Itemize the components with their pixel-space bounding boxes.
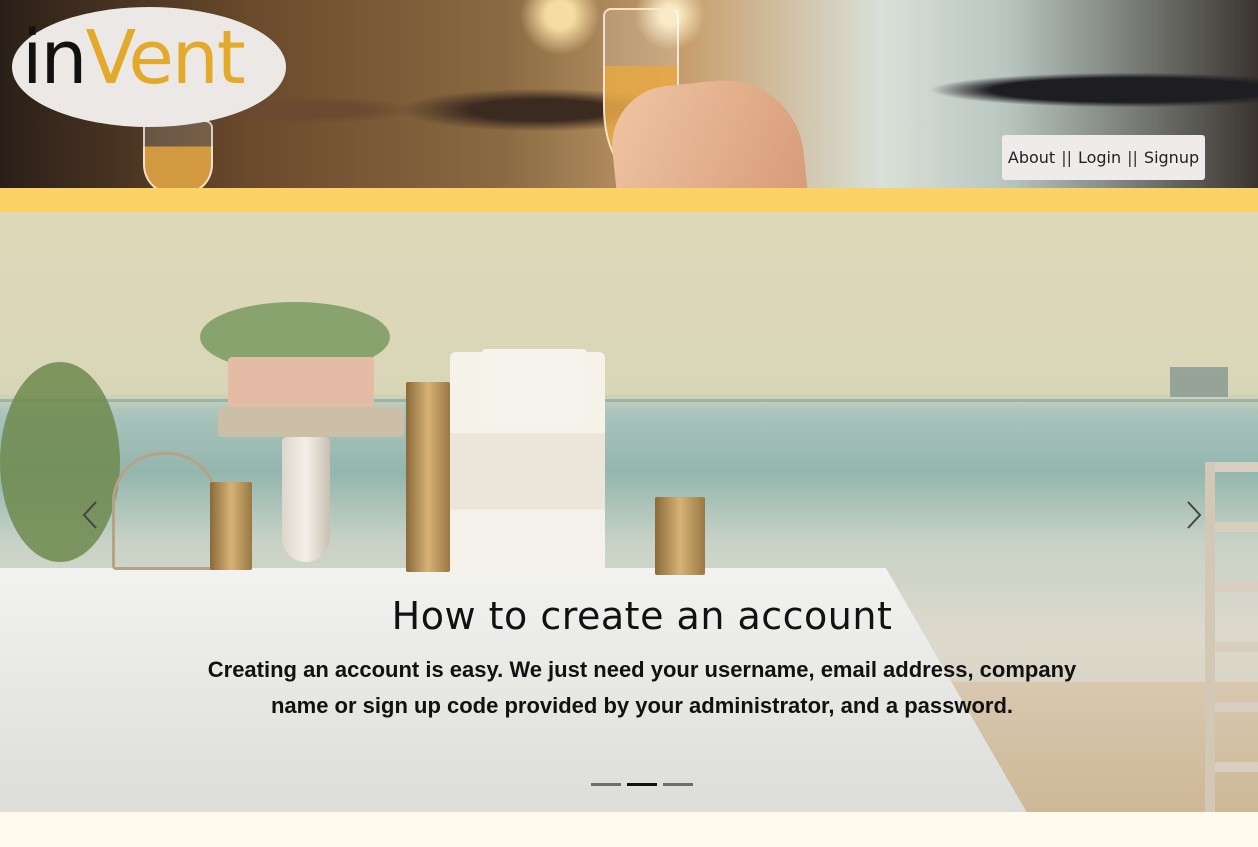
horizon [0, 399, 1258, 402]
carousel-indicator-2[interactable] [627, 783, 657, 786]
wine-glass-image [143, 120, 213, 188]
accent-band [0, 188, 1258, 212]
chevron-right-icon [1187, 501, 1202, 529]
cake-stand-image [218, 407, 404, 437]
logo-text-vent: Vent [85, 15, 245, 101]
carousel-indicators [591, 783, 693, 786]
carousel-prev-button[interactable] [70, 495, 110, 535]
cake-stand-leg [282, 437, 330, 562]
nav-separator: || [1127, 148, 1138, 167]
carousel-caption: How to create an account Creating an acc… [200, 594, 1084, 724]
caption-text: Creating an account is easy. We just nee… [207, 657, 1077, 718]
hero-carousel: How to create an account Creating an acc… [0, 212, 1258, 812]
candle-holder-image [406, 382, 450, 572]
carousel-indicator-1[interactable] [591, 783, 621, 786]
nav-separator: || [1061, 148, 1072, 167]
carousel-indicator-3[interactable] [663, 783, 693, 786]
chevron-left-icon [82, 501, 97, 529]
logo[interactable]: inVent [12, 7, 286, 127]
carousel-next-button[interactable] [1174, 495, 1214, 535]
caption-title: How to create an account [391, 594, 893, 638]
logo-text-in: in [22, 15, 87, 101]
logo-text: inVent [22, 21, 246, 95]
candle-holder-image [210, 482, 252, 570]
nav-about-link[interactable]: About [1008, 148, 1055, 167]
candle-holder-image [655, 497, 705, 575]
top-nav: About || Login || Signup [1002, 135, 1205, 180]
page-footer-area [0, 812, 1258, 847]
oil-rig-image [1170, 347, 1228, 397]
header-banner: inVent About || Login || Signup [0, 0, 1258, 188]
pink-cake-image [228, 357, 374, 407]
birdcage-image [112, 452, 218, 570]
nav-login-link[interactable]: Login [1078, 148, 1121, 167]
wedding-cake-top-image [482, 349, 587, 427]
nav-signup-link[interactable]: Signup [1144, 148, 1199, 167]
